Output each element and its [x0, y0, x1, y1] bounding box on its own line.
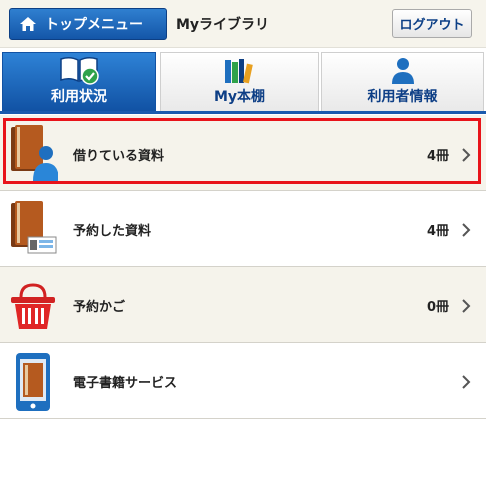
menu-item-label: 予約かご	[73, 300, 126, 315]
menu-item-label: 電子書籍サービス	[73, 376, 178, 391]
item-count: 0冊	[426, 300, 449, 315]
menu-item-borrowed[interactable]: 借りている資料 4冊	[0, 115, 486, 191]
tab-usage-status[interactable]: 利用状況	[2, 52, 156, 111]
chevron-right-icon	[462, 375, 471, 389]
chevron-right-icon	[462, 148, 471, 162]
home-icon	[20, 17, 36, 31]
chevron-right-icon	[462, 223, 471, 237]
tab-label: My本棚	[213, 89, 266, 105]
tab-label: 利用状況	[51, 89, 107, 105]
borrowed-books-icon	[11, 125, 58, 181]
reserved-books-icon	[11, 201, 57, 254]
chevron-right-icon	[462, 299, 471, 313]
basket-icon	[11, 283, 55, 329]
person-icon	[391, 58, 414, 84]
menu-item-label: 借りている資料	[73, 149, 165, 164]
top-menu-button[interactable]: トップメニュー	[9, 8, 167, 40]
tab-user-info[interactable]: 利用者情報	[321, 52, 484, 111]
ebook-tablet-icon	[16, 353, 50, 411]
tab-bar: 利用状況 My本棚 利用者情報	[0, 52, 486, 114]
logout-button[interactable]: ログアウト	[392, 9, 472, 38]
menu-item-reserved[interactable]: 予約した資料 4冊	[0, 191, 486, 267]
top-menu-label: トップメニュー	[45, 17, 143, 33]
tab-my-bookshelf[interactable]: My本棚	[160, 52, 319, 111]
menu-item-ebook[interactable]: 電子書籍サービス	[0, 343, 486, 419]
bookshelf-icon	[224, 59, 253, 84]
menu-item-basket[interactable]: 予約かご 0冊	[0, 267, 486, 343]
item-count: 4冊	[426, 224, 449, 239]
item-count: 4冊	[426, 149, 449, 164]
book-check-icon	[60, 56, 99, 85]
menu-item-label: 予約した資料	[73, 224, 152, 239]
tab-label: 利用者情報	[367, 89, 438, 105]
page-title: Myライブラリ	[176, 17, 270, 33]
app-header: トップメニュー Myライブラリ ログアウト	[0, 0, 486, 48]
